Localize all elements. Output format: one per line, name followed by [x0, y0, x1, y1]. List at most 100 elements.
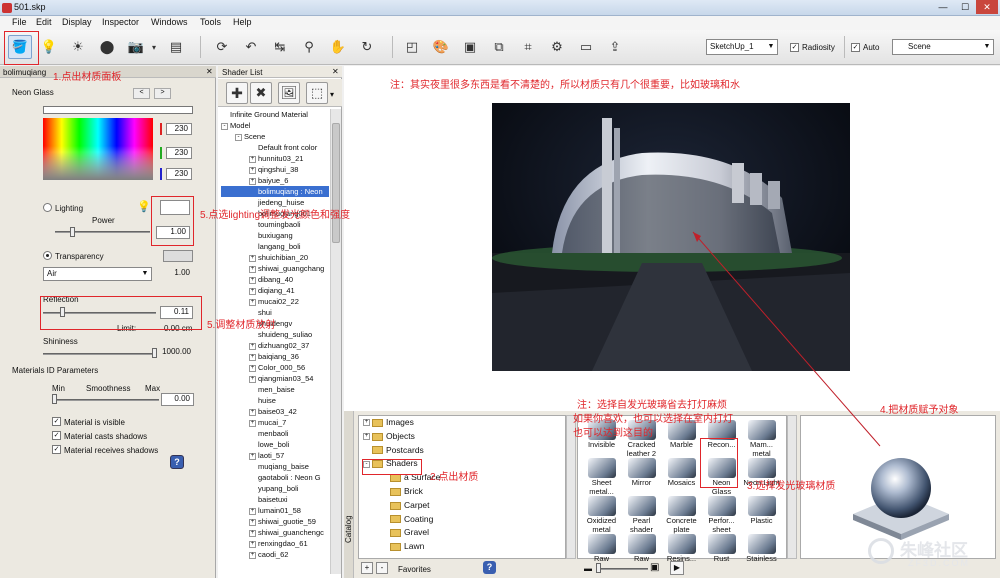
expand-icon[interactable]: +	[249, 551, 256, 559]
shader-tree-item[interactable]: - Scene	[221, 131, 329, 142]
lighting-radio[interactable]	[43, 203, 52, 212]
play-button[interactable]: ▶	[670, 561, 684, 575]
hand-button[interactable]: ✋	[326, 35, 350, 59]
prev-material-button[interactable]: <	[133, 88, 150, 99]
transparency-value[interactable]: 1.00	[163, 268, 193, 280]
add-shader-button[interactable]: ✚	[226, 82, 248, 104]
catalog-tree-item[interactable]: Carpet	[359, 499, 565, 513]
expand-icon[interactable]: +	[249, 177, 256, 185]
expand-icon[interactable]: +	[249, 364, 256, 372]
shader-tree-item[interactable]: baisetuxi	[221, 494, 329, 505]
shader-tree-item[interactable]: muqiang_baise	[221, 461, 329, 472]
delete-shader-button[interactable]: ✖	[250, 82, 272, 104]
material-thumbnail[interactable]: Mosaics	[662, 458, 701, 487]
material-thumbnail[interactable]: Perfor... sheet	[702, 496, 741, 534]
pan-button[interactable]: ↹	[268, 35, 292, 59]
receives-shadows-checkbox[interactable]: ✓	[52, 445, 61, 454]
material-thumbnail[interactable]: Raw	[582, 534, 621, 563]
catalog-tree-item[interactable]: Lawn	[359, 540, 565, 554]
shader-list-scroll-thumb[interactable]	[332, 123, 340, 243]
settings-panel-button[interactable]: ▤	[164, 35, 188, 59]
transparency-radio[interactable]	[43, 251, 52, 260]
camera-button[interactable]: 📷	[124, 35, 148, 59]
expand-icon[interactable]: +	[249, 287, 256, 295]
material-thumbnail[interactable]: Plastic	[742, 496, 781, 525]
zoom-button[interactable]: ⚲	[297, 35, 321, 59]
transparency-medium-select[interactable]: Air ▼	[43, 267, 152, 281]
shader-tree-item[interactable]: + shiwai_guotie_59	[221, 516, 329, 527]
render-button[interactable]: ▣	[458, 35, 482, 59]
catalog-help-button[interactable]: ?	[483, 561, 496, 574]
expand-icon[interactable]: +	[249, 353, 256, 361]
maximize-icon[interactable]: ☐	[954, 0, 976, 14]
shader-tree-item[interactable]: langang_boli	[221, 241, 329, 252]
expand-icon[interactable]: +	[249, 518, 256, 526]
shader-tree-item[interactable]: + qingshui_38	[221, 164, 329, 175]
material-thumbnail[interactable]: Oxidized metal	[582, 496, 621, 534]
shader-tree-item[interactable]: + mucai_7	[221, 417, 329, 428]
shader-tree-item[interactable]: + caodi_62	[221, 549, 329, 560]
crop-button[interactable]: ⌗	[516, 35, 540, 59]
camera-dropdown[interactable]: ▾	[148, 35, 160, 59]
menu-display[interactable]: Display	[62, 17, 92, 27]
expand-icon[interactable]: +	[249, 452, 256, 460]
shader-tree-item[interactable]: + shuichibian_20	[221, 252, 329, 263]
shader-tree-item[interactable]: + diqiang_41	[221, 285, 329, 296]
expand-icon[interactable]: +	[249, 540, 256, 548]
menu-tools[interactable]: Tools	[200, 17, 221, 27]
collapse-icon[interactable]: -	[221, 122, 228, 130]
shader-tree-item[interactable]: menbaoli	[221, 428, 329, 439]
shader-tree-item[interactable]: + qiangmian03_54	[221, 373, 329, 384]
expand-icon[interactable]: +	[249, 254, 256, 262]
shader-list-scrollbar[interactable]	[330, 109, 341, 574]
add-favorite-button[interactable]: +	[361, 562, 373, 574]
expand-icon[interactable]: +	[249, 155, 256, 163]
orbit-button[interactable]: ⟳	[210, 35, 234, 59]
shader-tree-item[interactable]: + baiqiang_36	[221, 351, 329, 362]
shader-tree-item[interactable]: + shiwai_guangchang	[221, 263, 329, 274]
blue-value-field[interactable]: 230	[166, 168, 192, 180]
expand-icon[interactable]: +	[363, 419, 370, 427]
minimize-icon[interactable]: —	[932, 0, 954, 14]
radiosity-checkbox[interactable]: ✓	[790, 43, 799, 52]
menu-help[interactable]: Help	[233, 17, 252, 27]
catalog-tree-item[interactable]: Gravel	[359, 526, 565, 540]
smoothness-value-field[interactable]: 0.00	[161, 393, 194, 406]
shader-tree-item[interactable]: yupang_boli	[221, 483, 329, 494]
close-icon[interactable]: ✕	[332, 67, 339, 76]
collapse-icon[interactable]: -	[235, 133, 242, 141]
palette-button[interactable]: 🎨	[429, 35, 453, 59]
expand-icon[interactable]: +	[249, 276, 256, 284]
renderer-select[interactable]: SketchUp_1 ▼	[706, 39, 778, 55]
material-thumbnail[interactable]: Mirror	[622, 458, 661, 487]
shader-tree-item[interactable]: gaotaboli : Neon G	[221, 472, 329, 483]
shader-tree-item[interactable]: Default front color	[221, 142, 329, 153]
shader-tree-item[interactable]: Infinite Ground Material	[221, 109, 329, 120]
auto-checkbox[interactable]: ✓	[851, 43, 860, 52]
export-button[interactable]: ⇪	[603, 35, 627, 59]
expand-icon[interactable]: +	[249, 507, 256, 515]
shininess-slider[interactable]	[43, 353, 157, 355]
close-icon[interactable]: ✕	[976, 0, 998, 14]
shader-tree-item[interactable]: men_baise	[221, 384, 329, 395]
shader-tree-item[interactable]: + baiyue_6	[221, 175, 329, 186]
casts-shadows-checkbox[interactable]: ✓	[52, 431, 61, 440]
menu-inspector[interactable]: Inspector	[102, 17, 139, 27]
catalog-tree-item[interactable]: + Images	[359, 416, 565, 430]
batch-button[interactable]: ⧉	[487, 35, 511, 59]
shader-tree-item[interactable]: + lumain01_58	[221, 505, 329, 516]
remove-favorite-button[interactable]: -	[376, 562, 388, 574]
expand-icon[interactable]: +	[249, 375, 256, 383]
expand-icon[interactable]: +	[363, 433, 370, 441]
sun-button[interactable]: ☀	[66, 35, 90, 59]
material-thumbnail[interactable]: Raw	[622, 534, 661, 563]
next-material-button[interactable]: >	[154, 88, 171, 99]
material-thumbnail[interactable]: Sheet metal...	[582, 458, 621, 496]
catalog-tree-item[interactable]: + Objects	[359, 430, 565, 444]
menu-file[interactable]: File	[12, 17, 27, 27]
material-thumbnail[interactable]: Pearl shader	[622, 496, 661, 534]
shader-tree-item[interactable]: + dizhuang02_37	[221, 340, 329, 351]
thumb-size-slider[interactable]	[596, 568, 648, 570]
smoothness-slider-handle[interactable]	[52, 394, 57, 404]
shader-tree-item[interactable]: buxiugang	[221, 230, 329, 241]
